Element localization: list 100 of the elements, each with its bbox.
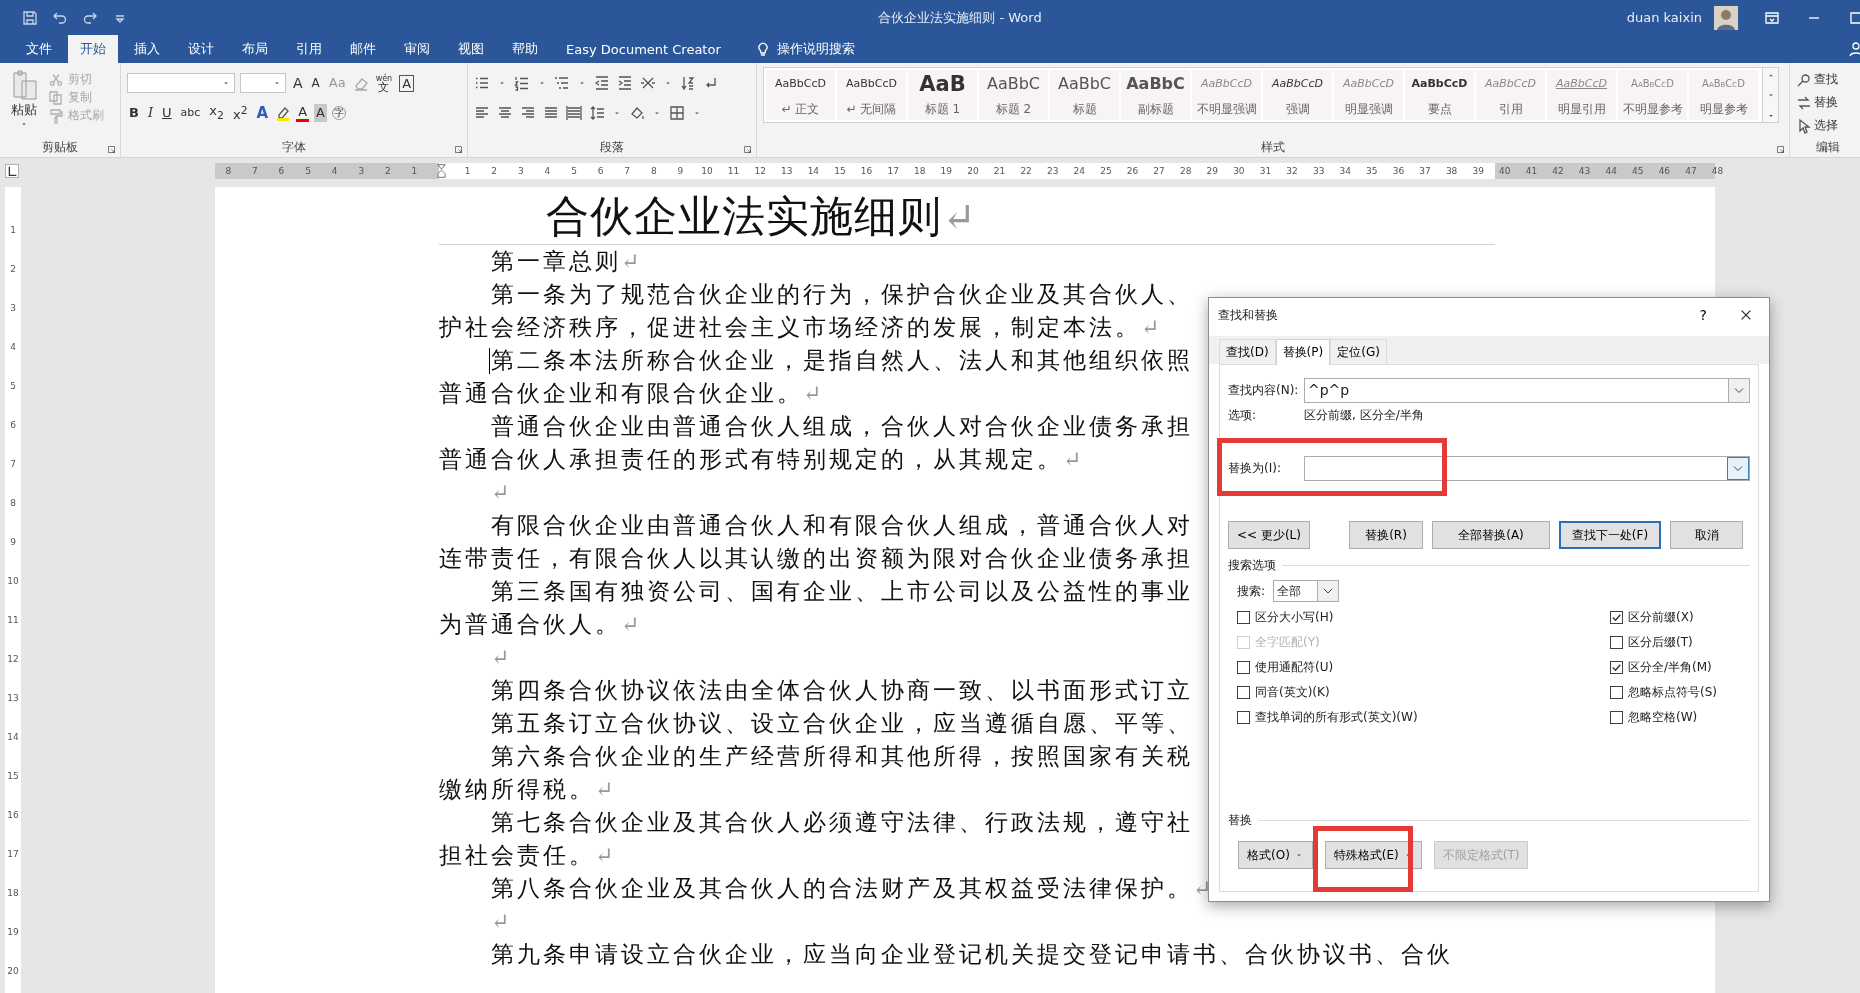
ribbon-tab[interactable]: 布局 — [230, 35, 280, 63]
checkbox[interactable] — [1237, 685, 1250, 699]
style-item[interactable]: AaBbCcD 明显引用 — [1547, 70, 1616, 120]
font-tool-button[interactable]: A — [309, 74, 322, 92]
ribbon-tab[interactable]: 邮件 — [338, 35, 388, 63]
checkbox[interactable] — [1610, 635, 1623, 649]
font-size-field[interactable] — [240, 73, 286, 93]
paste-button[interactable]: 粘贴 — [6, 67, 42, 137]
font-tool-button[interactable]: U — [160, 104, 174, 122]
window-icon[interactable] — [1764, 9, 1780, 26]
justify-icon[interactable] — [543, 105, 559, 121]
style-item[interactable]: AaBbC 标题 2 — [979, 70, 1048, 120]
checkbox[interactable] — [1610, 685, 1623, 699]
font-name-field[interactable] — [127, 73, 235, 93]
style-item[interactable]: AaBbCcD ↵ 无间隔 — [837, 70, 906, 120]
avatar-icon[interactable] — [1714, 4, 1738, 31]
checkbox[interactable] — [1237, 660, 1250, 674]
dialog-tab[interactable]: 定位(G) — [1330, 339, 1387, 365]
font-tool-button[interactable]: A — [314, 104, 327, 122]
style-item[interactable]: AaBbCcD 明显参考 — [1689, 70, 1758, 120]
ribbon-tab[interactable]: 审阅 — [392, 35, 442, 63]
editing-button[interactable]: 替换 — [1796, 94, 1860, 111]
user-name[interactable]: duan kaixin — [1626, 10, 1702, 25]
style-item[interactable]: AaBbCcD 不明显参考 — [1618, 70, 1687, 120]
align-center-icon[interactable] — [497, 105, 513, 121]
help-button[interactable]: ? — [1693, 306, 1713, 324]
style-item[interactable]: AaBbCcD 强调 — [1263, 70, 1332, 120]
ribbon-tab[interactable]: 设计 — [176, 35, 226, 63]
ribbon-tab[interactable]: 视图 — [446, 35, 496, 63]
dialog-button[interactable]: 全部替换(A) — [1432, 521, 1550, 549]
dialog-button[interactable]: << 更少(L) — [1228, 521, 1310, 549]
dialog-launcher-icon[interactable] — [1776, 145, 1785, 154]
borders-icon[interactable] — [669, 105, 685, 121]
font-tool-button[interactable]: A — [291, 74, 305, 92]
font-tool-button[interactable]: A — [399, 74, 415, 92]
indent-marker-icon[interactable] — [436, 163, 446, 179]
dialog-button[interactable]: 替换(R) — [1349, 521, 1423, 549]
style-item[interactable]: AaBbCcD 引用 — [1476, 70, 1545, 120]
dialog-launcher-icon[interactable] — [107, 145, 116, 154]
dialog-button[interactable]: 取消 — [1670, 521, 1743, 549]
dialog-launcher-icon[interactable] — [454, 145, 463, 154]
dialog-button[interactable]: 特殊格式(E) — [1324, 841, 1422, 869]
align-left-icon[interactable] — [474, 105, 490, 121]
tab-stop-icon[interactable] — [5, 164, 19, 178]
font-tool-button[interactable]: x$_{2}$ — [207, 101, 226, 125]
editing-button[interactable]: 查找 — [1796, 71, 1860, 88]
chevron-icon[interactable] — [1727, 456, 1749, 480]
dialog-launcher-icon[interactable] — [743, 145, 752, 154]
style-item[interactable]: AaBbCcD 要点 — [1405, 70, 1474, 120]
ribbon-tab[interactable]: 引用 — [284, 35, 334, 63]
person-icon[interactable] — [1848, 41, 1860, 57]
dialog-button[interactable]: 格式(O) — [1238, 841, 1313, 869]
multilevel-list-icon[interactable] — [554, 75, 570, 91]
chevron-icon[interactable] — [1728, 378, 1749, 402]
checkbox[interactable] — [1237, 710, 1250, 724]
ribbon-tab[interactable]: 帮助 — [500, 35, 550, 63]
style-item[interactable]: AaBbCcD ↵ 正文 — [766, 70, 835, 120]
ribbon-tab[interactable]: 插入 — [122, 35, 172, 63]
maximize-icon[interactable] — [1848, 9, 1860, 26]
find-field[interactable]: ^p^p — [1304, 377, 1750, 403]
ribbon-tab[interactable]: 开始 — [68, 35, 118, 63]
checkbox[interactable] — [1610, 660, 1623, 674]
font-tool-button[interactable]: I — [145, 104, 156, 122]
numbered-list-icon[interactable] — [514, 75, 530, 91]
increase-indent-icon[interactable] — [617, 75, 633, 91]
font-tool-button[interactable]: A — [296, 104, 310, 122]
document-text: 有限合伙企业由普通合伙人和有限合伙人组成，普通合伙人对 — [490, 511, 1193, 540]
font-tool-button[interactable]: B — [127, 104, 141, 122]
checkbox[interactable] — [1237, 610, 1250, 624]
font-tool-button[interactable]: abc — [178, 104, 203, 122]
checkbox[interactable] — [1610, 610, 1623, 624]
search-direction-dropdown[interactable]: 全部 — [1273, 580, 1339, 602]
line-spacing-icon[interactable] — [589, 105, 605, 121]
save-icon[interactable] — [22, 9, 38, 26]
font-tool-button[interactable]: A — [254, 104, 271, 122]
ribbon-tab[interactable]: Easy Document Creator — [554, 35, 733, 63]
ruler-number: 43 — [1577, 166, 1592, 176]
close-icon[interactable] — [1739, 308, 1753, 322]
font-tool-button[interactable]: wén 文 — [373, 74, 395, 92]
highlighter-icon[interactable] — [275, 105, 292, 121]
replace-field[interactable] — [1304, 455, 1750, 481]
bulleted-list-icon[interactable] — [474, 75, 490, 91]
font-tool-button[interactable]: x$^{2}$ — [230, 101, 250, 125]
ribbon-tab[interactable]: 文件 — [14, 35, 64, 63]
tell-me-search[interactable]: 操作说明搜索 — [776, 40, 855, 58]
cross-arrows-icon[interactable] — [640, 75, 656, 91]
editing-button[interactable]: 选择 — [1796, 117, 1860, 134]
style-item[interactable]: AaBbCcD 明显强调 — [1334, 70, 1403, 120]
checkbox[interactable] — [1610, 710, 1623, 724]
decrease-indent-icon[interactable] — [594, 75, 610, 91]
align-right-icon[interactable] — [520, 105, 536, 121]
dialog-tab[interactable]: 替换(P) — [1275, 339, 1331, 365]
style-item[interactable]: AaB 标题 1 — [908, 70, 977, 120]
style-item[interactable]: AaBbCcD 不明显强调 — [1192, 70, 1261, 120]
dialog-tab[interactable]: 查找(D) — [1219, 339, 1276, 365]
dialog-button[interactable]: 查找下一处(F) — [1559, 521, 1661, 549]
style-item[interactable]: AaBbC 标题 — [1050, 70, 1119, 120]
distribute-icon[interactable] — [566, 105, 582, 121]
style-item[interactable]: AaBbC 副标题 — [1121, 70, 1190, 120]
sort-icon[interactable] — [680, 75, 696, 91]
